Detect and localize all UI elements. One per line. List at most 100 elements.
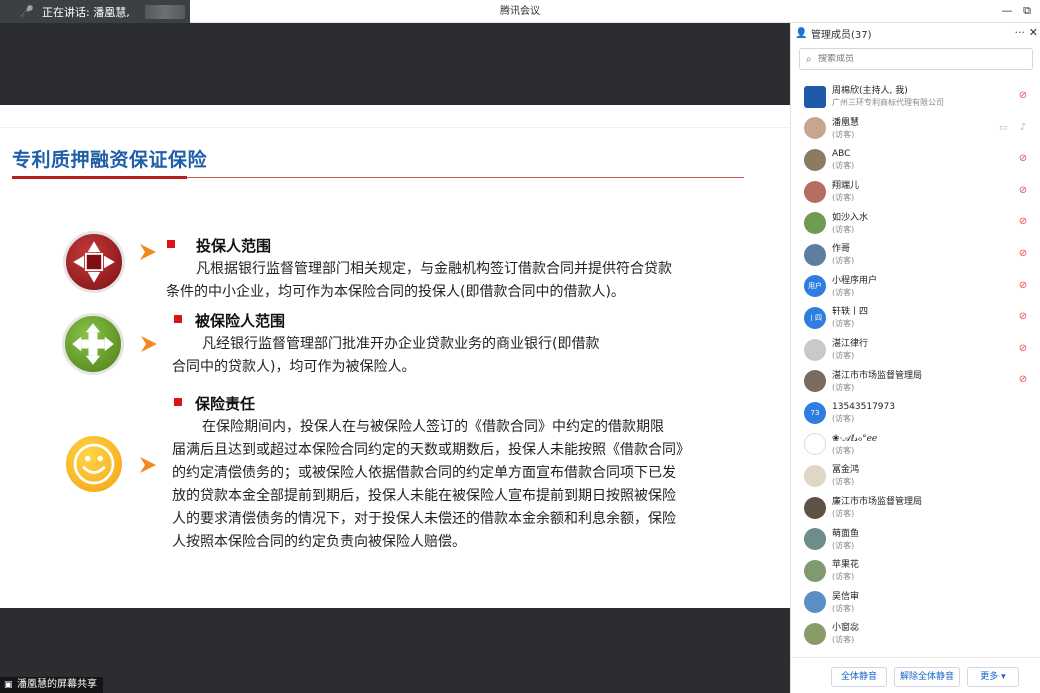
- member-info: 湛江律行 (访客): [832, 338, 1002, 361]
- section-body-insured: 凡经银行监督管理部门批准开办企业贷款业务的商业银行(即借款 合同中的贷款人)，均…: [172, 336, 600, 375]
- avatar: [804, 85, 826, 108]
- member-row[interactable]: 吴信审 (访客): [791, 587, 1040, 619]
- member-info: 翔端儿 (访客): [832, 180, 1002, 203]
- avatar: [804, 559, 826, 582]
- member-name: 廉江市市场监督管理局: [832, 497, 923, 508]
- screen-share-icon: ▣: [4, 680, 13, 690]
- member-role: (访客): [832, 224, 855, 234]
- microphone-muted-icon[interactable]: ⊘: [1017, 216, 1029, 228]
- member-info: 苹果花 (访客): [832, 559, 1002, 582]
- microphone-muted-icon[interactable]: ⊘: [1017, 280, 1029, 292]
- member-name: 如沙入水: [832, 212, 869, 223]
- avatar: [804, 591, 826, 614]
- member-row[interactable]: ❀·𝒜ℓ𝓈ℴ°ℯℯ (访客): [791, 429, 1040, 461]
- avatar: [804, 464, 826, 487]
- microphone-muted-icon[interactable]: ⊘: [1017, 153, 1029, 165]
- member-row[interactable]: 73 13543517973 (访客): [791, 397, 1040, 429]
- speaking-prefix: 正在讲话:: [42, 5, 94, 19]
- search-icon: ⌕: [806, 53, 812, 65]
- member-row[interactable]: 小窗惢 (访客): [791, 618, 1040, 650]
- member-role: (访客): [832, 351, 855, 361]
- member-info: 周棉欣(主持人, 我) 广州三环专利商标代理有限公司: [832, 85, 1002, 108]
- avatar: [804, 433, 826, 456]
- current-speaker-indicator: 🎤 正在讲话: 潘凰慧,: [0, 0, 190, 23]
- mute-all-button[interactable]: 全体静音: [831, 667, 887, 687]
- close-icon[interactable]: ✕: [1029, 26, 1038, 39]
- avatar: 丨四: [804, 306, 826, 329]
- minimize-button[interactable]: —: [1000, 4, 1014, 18]
- microphone-muted-icon[interactable]: ⊘: [1017, 185, 1029, 197]
- member-search-box[interactable]: ⌕: [799, 48, 1033, 70]
- member-name: 吴信审: [832, 591, 860, 602]
- member-role: (访客): [832, 603, 855, 613]
- member-row[interactable]: 潘凰慧 (访客) ▭ ♪: [791, 113, 1040, 145]
- microphone-muted-icon[interactable]: ⊘: [1017, 343, 1029, 355]
- cross-arrows-icon: [62, 313, 124, 375]
- section-body-policyholder: 凡根据银行监督管理部门相关规定，与金融机构签订借款合同并提供符合贷款 条件的中小…: [166, 261, 672, 300]
- member-role: (访客): [832, 382, 855, 392]
- member-info: 作哥 (访客): [832, 243, 1002, 266]
- member-name: 潘凰慧: [832, 117, 860, 128]
- member-row[interactable]: 廉江市市场监督管理局 (访客): [791, 492, 1040, 524]
- member-search-input[interactable]: [818, 54, 1018, 64]
- bullet-square: [174, 398, 182, 406]
- member-info: 湛江市市场监督管理局 (访客): [832, 370, 1002, 393]
- member-row[interactable]: 周棉欣(主持人, 我) 广州三环专利商标代理有限公司 ⊘: [791, 81, 1040, 113]
- more-options-icon[interactable]: ···: [1015, 26, 1026, 39]
- member-role: (访客): [832, 540, 855, 550]
- microphone-icon: 🎤: [20, 4, 34, 18]
- member-row[interactable]: 萌面鱼 (访客): [791, 523, 1040, 555]
- member-name: 轩轶丨四: [832, 307, 869, 318]
- member-row[interactable]: 冨金鸿 (访客): [791, 460, 1040, 492]
- screen-share-label: ▣ 潘凰慧的屏幕共享: [0, 677, 103, 693]
- panel-footer: 全体静音 解除全体静音 更多 ▾: [791, 657, 1040, 693]
- member-row[interactable]: ABC (访客) ⊘: [791, 144, 1040, 176]
- member-role: (访客): [832, 319, 855, 329]
- microphone-muted-icon[interactable]: ⊘: [1017, 311, 1029, 323]
- member-row[interactable]: 苹果花 (访客): [791, 555, 1040, 587]
- avatar: [804, 338, 826, 361]
- member-info: 廉江市市场监督管理局 (访客): [832, 496, 1002, 519]
- member-row[interactable]: 丨四 轩轶丨四 (访客) ⊘: [791, 302, 1040, 334]
- microphone-muted-icon[interactable]: ⊘: [1017, 248, 1029, 260]
- member-info: ❀·𝒜ℓ𝓈ℴ°ℯℯ (访客): [832, 433, 1002, 456]
- avatar: [804, 148, 826, 171]
- smiley-face-icon: [63, 433, 125, 495]
- member-role: 广州三环专利商标代理有限公司: [832, 98, 944, 108]
- microphone-muted-icon[interactable]: ⊘: [1017, 90, 1029, 102]
- member-name: 湛江律行: [832, 339, 869, 350]
- title-underline: [12, 176, 187, 179]
- member-row[interactable]: 如沙入水 (访客) ⊘: [791, 207, 1040, 239]
- unmute-all-button[interactable]: 解除全体静音: [894, 667, 960, 687]
- member-name: 苹果花: [832, 560, 860, 571]
- member-row[interactable]: 湛江律行 (访客) ⊘: [791, 334, 1040, 366]
- member-list[interactable]: 周棉欣(主持人, 我) 广州三环专利商标代理有限公司 ⊘ 潘凰慧 (访客) ▭ ♪ ABC (访…: [791, 81, 1040, 651]
- avatar: [804, 496, 826, 519]
- member-row[interactable]: 湛江市市场监督管理局 (访客) ⊘: [791, 365, 1040, 397]
- microphone-muted-icon[interactable]: ⊘: [1017, 374, 1029, 386]
- member-row[interactable]: 翔端儿 (访客) ⊘: [791, 176, 1040, 208]
- member-info: ABC (访客): [832, 148, 1002, 171]
- member-role: (访客): [832, 572, 855, 582]
- member-row[interactable]: 海韵花(访客): [791, 650, 1040, 651]
- member-role: (访客): [832, 445, 855, 455]
- presentation-slide: 专利质押融资保证保险 投保人范围 凡根据银行监督管理部门相关规定，与金融机构签订…: [0, 105, 790, 608]
- member-name: 湛江市市场监督管理局: [832, 370, 923, 381]
- section-body-coverage: 在保险期间内，投保人在与被保险人签订的《借款合同》中约定的借款期限 届满后且达到…: [172, 419, 690, 550]
- member-name: 冨金鸿: [832, 465, 860, 476]
- microphone-icon[interactable]: ♪: [1017, 122, 1029, 134]
- restore-button[interactable]: ⧉: [1020, 4, 1034, 18]
- member-management-panel: 👤 管理成员(37) ··· ✕ ⌕ 周棉欣(主持人, 我)广州三环专利商标代理…: [790, 23, 1040, 693]
- avatar: [804, 212, 826, 235]
- avatar: 用户: [804, 275, 826, 298]
- shared-screen-area[interactable]: 专利质押融资保证保险 投保人范围 凡根据银行监督管理部门相关规定，与金融机构签订…: [0, 23, 790, 693]
- member-info: 小程序用户 (访客): [832, 275, 1002, 298]
- more-button[interactable]: 更多 ▾: [967, 667, 1019, 687]
- member-role: (访客): [832, 477, 855, 487]
- member-row[interactable]: 作哥 (访客) ⊘: [791, 239, 1040, 271]
- app-title: 腾讯会议: [500, 6, 540, 17]
- member-row[interactable]: 用户 小程序用户 (访客) ⊘: [791, 271, 1040, 303]
- member-info: 小窗惢 (访客): [832, 622, 1002, 645]
- member-role: (访客): [832, 161, 855, 171]
- member-name: 13543517973: [832, 402, 895, 413]
